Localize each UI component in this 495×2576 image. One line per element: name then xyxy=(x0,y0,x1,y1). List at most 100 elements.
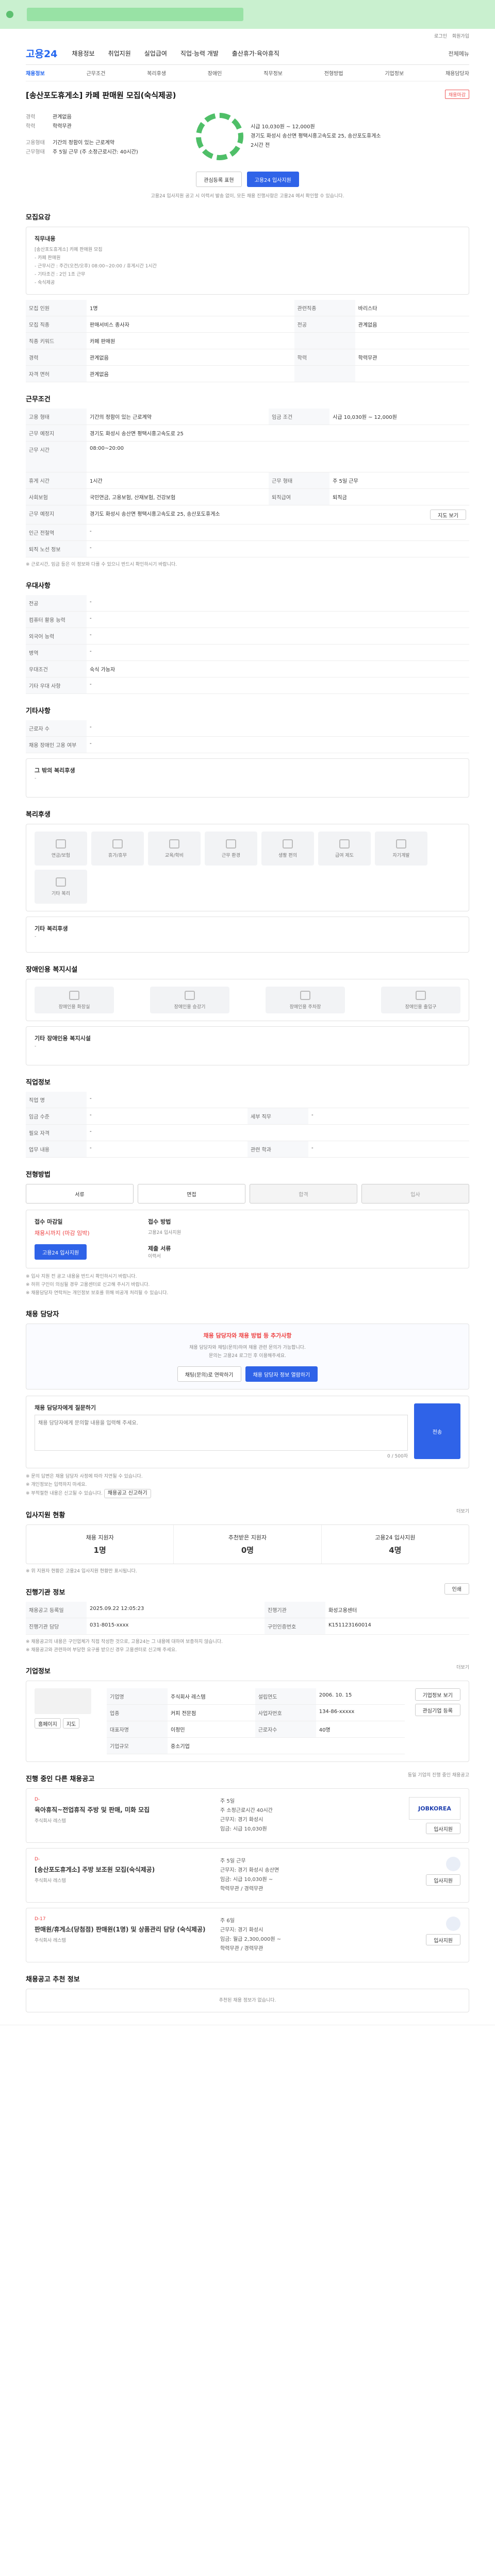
welfare-tile[interactable]: 근무 환경 xyxy=(205,832,257,866)
site-logo[interactable]: 고용24 xyxy=(26,46,57,60)
deadline-ring xyxy=(196,113,243,160)
all-menu-button[interactable]: 전체메뉴 xyxy=(449,49,469,58)
tab-jobinfo[interactable]: 직무정보 xyxy=(263,69,283,77)
apply-panel: 접수 마감일 채용시까지 (마감 임박) 고용24 입사지원 접수 방법 고용2… xyxy=(26,1210,469,1268)
status-badge: 채용마감 xyxy=(444,90,469,99)
disabled-tile[interactable]: 장애인용 주차장 xyxy=(266,987,345,1013)
card-apply-button[interactable]: 입사지원 xyxy=(426,1823,460,1834)
process-apply-button[interactable]: 고용24 입사지원 xyxy=(35,1244,87,1260)
card-title[interactable]: 판매원/휴게소(당첨점) 판매원(1명) 및 상품관리 담당 (숙식제공) xyxy=(35,1925,220,1934)
conditions-table: 고용 형태 기간의 정함이 있는 근로계약 임금 조건 시급 10,030원 ~ 12… xyxy=(26,409,469,557)
welfare-extra-value: - xyxy=(35,934,37,939)
note-line: ※ 부적절한 내용은 신고될 수 있습니다. xyxy=(26,1491,103,1496)
disabled-tile[interactable]: 장애인용 화장실 xyxy=(35,987,114,1013)
manager-alert-title: 채용 담당자와 채용 방법 등 추가사항 xyxy=(203,1332,292,1339)
status-note: ※ 위 지원자 현황은 고용24 입사지원 현황만 표시됩니다. xyxy=(26,1569,137,1574)
section-title-manager: 채용 담당자 xyxy=(26,1311,59,1318)
table-row: 사회보험 국민연금, 고용보험, 산재보험, 건강보험 퇴직급여 퇴직금 xyxy=(26,488,469,505)
card-tag: D- xyxy=(35,1857,40,1862)
char-count: 0 / 500자 xyxy=(387,1454,408,1459)
job-card[interactable]: D- 육아휴직~전업휴직 주방 및 판매, 미화 모집 주식회사 레스템 주 5… xyxy=(26,1788,469,1843)
disabled-extra-panel: 기타 장애인용 복지시설 - xyxy=(26,1026,469,1065)
tab-welfare[interactable]: 복리후생 xyxy=(147,69,166,77)
company-more-link[interactable]: 더보기 xyxy=(456,1664,469,1672)
section-title-status: 입사지원 현황 xyxy=(26,1512,65,1519)
step-interview: 면접 xyxy=(138,1184,245,1204)
card-company: 주식회사 레스템 xyxy=(35,1938,66,1943)
tab-manager[interactable]: 채용담당자 xyxy=(446,69,469,77)
tab-disabled[interactable]: 장애인 xyxy=(208,69,222,77)
company-follow-button[interactable]: 관심기업 등록 xyxy=(415,1704,460,1716)
disabled-tile[interactable]: 장애인용 승강기 xyxy=(150,987,229,1013)
conditions-footnote: ※ 근로시간, 임금 등은 이 정보와 다를 수 있으니 반드시 확인하시기 바… xyxy=(26,562,177,567)
gnb-item-jobs[interactable]: 채용정보 xyxy=(72,49,94,58)
card-info: 학력무관 / 경력무관 xyxy=(220,1886,263,1892)
field-label: 학력 xyxy=(26,124,36,129)
step-pass: 합격 xyxy=(250,1184,357,1204)
table-row: 업종 커피 전문점 사업자번호 134-86-xxxxx xyxy=(107,1704,405,1721)
welfare-tile[interactable]: 기타 복리 xyxy=(35,870,87,904)
manager-alert: 채용 담당자와 채용 방법 등 추가사항 채용 담당자와 채팅(문의)하여 채용… xyxy=(26,1324,469,1389)
signup-link[interactable]: 회원가입 xyxy=(452,32,469,39)
section-title-welfare: 복리후생 xyxy=(26,811,51,819)
welfare-tile[interactable]: 교육/학비 xyxy=(148,832,201,866)
question-box: 채용 담당자에게 질문하기 0 / 500자 전송 xyxy=(26,1396,469,1468)
note-line: ※ 허위 구인이 의심될 경우 고용센터로 신고해 주시기 바랍니다. xyxy=(26,1282,150,1287)
gnb-item-leave[interactable]: 출산휴가·육아휴직 xyxy=(232,49,279,58)
apply-method-label: 접수 방법 xyxy=(148,1218,171,1225)
company-panel: 홈페이지 지도 기업명 주식회사 레스템 설립연도 2006. 10. 15 업종 커피… xyxy=(26,1681,469,1762)
print-button[interactable]: 인쇄 xyxy=(444,1583,469,1595)
tab-recruit[interactable]: 채용정보 xyxy=(26,69,45,77)
homepage-button[interactable]: 홈페이지 xyxy=(35,1718,61,1728)
stat-item: 채용 지원자 1명 xyxy=(26,1525,174,1564)
card-title[interactable]: [송산포도휴게소] 주방 보조원 모집(숙식제공) xyxy=(35,1865,220,1874)
disabled-tile[interactable]: 장애인용 출입구 xyxy=(381,987,460,1013)
other-extra-value: - xyxy=(35,776,37,781)
question-textarea[interactable] xyxy=(35,1415,408,1451)
welfare-tile[interactable]: 급여 제도 xyxy=(318,832,371,866)
report-button[interactable]: 채용공고 신고하기 xyxy=(104,1489,151,1498)
gnb-item-benefits[interactable]: 실업급여 xyxy=(144,49,167,58)
view-manager-button[interactable]: 채용 담당자 정보 열람하기 xyxy=(245,1366,318,1382)
tab-process[interactable]: 전형방법 xyxy=(324,69,343,77)
manager-notes: ※ 문의 답변은 채용 담당자 사정에 따라 지연될 수 있습니다. ※ 개인정… xyxy=(26,1472,469,1498)
welfare-tile[interactable]: 휴가/휴무 xyxy=(91,832,144,866)
login-link[interactable]: 로그인 xyxy=(434,32,447,39)
field-value: 기간의 정함이 있는 근로계약 xyxy=(53,140,114,146)
table-row: 휴게 시간 1시간 근무 형태 주 5일 근무 xyxy=(26,472,469,489)
tab-company[interactable]: 기업정보 xyxy=(385,69,404,77)
location-text: 경기도 화성시 송산면 평택시흥고속도로 25, 송산포도휴게소 xyxy=(90,512,220,517)
section-tabs: 채용정보 근무조건 복리후생 장애인 직무정보 전형방법 기업정보 채용담당자 xyxy=(26,65,469,81)
company-info-button[interactable]: 기업정보 보기 xyxy=(415,1688,460,1701)
status-more-link[interactable]: 더보기 xyxy=(456,1507,469,1516)
job-card[interactable]: D-17 판매원/휴게소(당첨점) 판매원(1명) 및 상품관리 담당 (숙식제… xyxy=(26,1908,469,1962)
field-label: 근무형태 xyxy=(26,149,45,155)
welfare-tile[interactable]: 연금/보험 xyxy=(35,832,87,866)
tab-conditions[interactable]: 근무조건 xyxy=(87,69,106,77)
chat-button[interactable]: 채팅(문의)로 연락하기 xyxy=(177,1366,241,1382)
map-button[interactable]: 지도 보기 xyxy=(430,510,466,520)
card-apply-button[interactable]: 입사지원 xyxy=(426,1874,460,1886)
card-apply-button[interactable]: 입사지원 xyxy=(426,1934,460,1945)
welfare-tile[interactable]: 자기계발 xyxy=(375,832,427,866)
card-title[interactable]: 육아휴직~전업휴직 주방 및 판매, 미화 모집 xyxy=(35,1805,220,1814)
duty-label: 직무내용 xyxy=(35,235,56,242)
process-notes: ※ 입사 지원 전 공고 내용을 반드시 확인하시기 바랍니다. ※ 허위 구인… xyxy=(26,1273,469,1297)
global-nav: 고용24 채용정보 취업지원 실업급여 직업·능력 개발 출산휴가·육아휴직 전… xyxy=(26,42,469,65)
table-row: 외국어 능력 - xyxy=(26,628,469,645)
top-banner[interactable] xyxy=(0,0,495,29)
card-info: 주 5일 xyxy=(220,1799,235,1804)
gnb-item-support[interactable]: 취업지원 xyxy=(108,49,131,58)
job-card[interactable]: D- [송산포도휴게소] 주방 보조원 모집(숙식제공) 주식회사 레스템 주 … xyxy=(26,1848,469,1903)
recent-empty: 추천된 채용 정보가 없습니다. xyxy=(219,1998,276,2003)
section-title-others: 진행 중인 다른 채용공고 xyxy=(26,1775,95,1783)
welfare-tile[interactable]: 생활 편의 xyxy=(261,832,314,866)
company-map-button[interactable]: 지도 xyxy=(62,1718,80,1728)
table-row: 고용 형태 기간의 정함이 있는 근로계약 임금 조건 시급 10,030원 ~ 12… xyxy=(26,409,469,425)
apply-button[interactable]: 고용24 입사지원 xyxy=(246,172,299,187)
interest-button[interactable]: 관심등록 표현 xyxy=(196,172,242,187)
send-button[interactable]: 전송 xyxy=(414,1403,460,1459)
section-title-disabled: 장애인용 복지시설 xyxy=(26,966,78,974)
card-info: 임금: 월급 2,300,000원 ~ xyxy=(220,1937,282,1942)
gnb-item-training[interactable]: 직업·능력 개발 xyxy=(180,49,219,58)
